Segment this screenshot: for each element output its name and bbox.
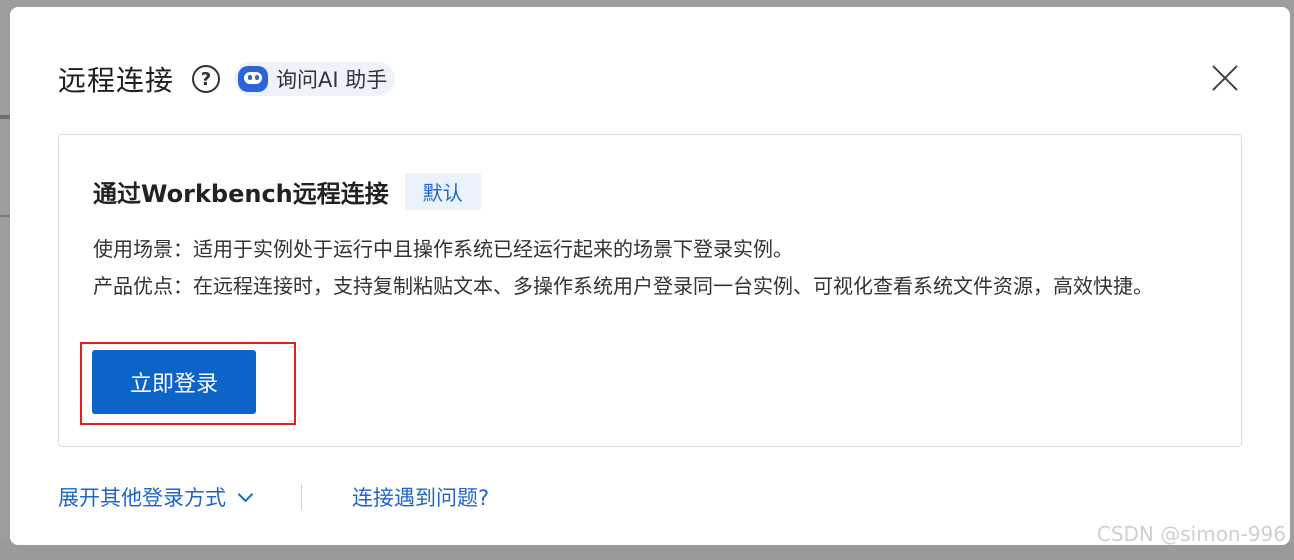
card-title-row: 通过Workbench远程连接 默认 xyxy=(93,173,481,210)
card-description: 使用场景：适用于实例处于运行中且操作系统已经运行起来的场景下登录实例。 产品优点… xyxy=(93,231,1213,305)
dialog-title: 远程连接 xyxy=(58,64,175,97)
login-now-button[interactable]: 立即登录 xyxy=(92,350,256,414)
usage-scenario-text: 使用场景：适用于实例处于运行中且操作系统已经运行起来的场景下登录实例。 xyxy=(93,237,793,261)
question-circle-icon[interactable]: ? xyxy=(192,65,221,93)
dialog-footer: 展开其他登录方式 连接遇到问题? xyxy=(58,479,489,515)
card-title: 通过Workbench远程连接 xyxy=(93,180,389,208)
background-divider xyxy=(0,215,10,217)
footer-divider xyxy=(301,484,302,510)
remote-connection-dialog: 远程连接 ? 询问AI 助手 通过Workbench远程连接 默认 使用场景：适… xyxy=(10,7,1290,545)
expand-other-login-label: 展开其他登录方式 xyxy=(58,486,226,510)
ask-ai-assistant-button[interactable]: 询问AI 助手 xyxy=(234,62,396,96)
product-advantages-text: 产品优点：在远程连接时，支持复制粘贴文本、多操作系统用户登录同一台实例、可视化查… xyxy=(93,274,1153,298)
workbench-connection-card: 通过Workbench远程连接 默认 使用场景：适用于实例处于运行中且操作系统已… xyxy=(58,134,1242,447)
chevron-down-icon xyxy=(237,486,254,502)
default-badge: 默认 xyxy=(404,173,481,210)
close-icon[interactable] xyxy=(1210,63,1240,93)
background-tab-indicator xyxy=(0,115,10,119)
robot-icon xyxy=(238,66,269,92)
expand-other-login-methods[interactable]: 展开其他登录方式 xyxy=(58,482,254,512)
ask-ai-assistant-label: 询问AI 助手 xyxy=(276,68,388,92)
dialog-header: 远程连接 ? 询问AI 助手 xyxy=(58,59,396,99)
csdn-watermark: CSDN @simon-996 xyxy=(1096,522,1286,546)
connection-problem-link[interactable]: 连接遇到问题? xyxy=(352,482,489,512)
